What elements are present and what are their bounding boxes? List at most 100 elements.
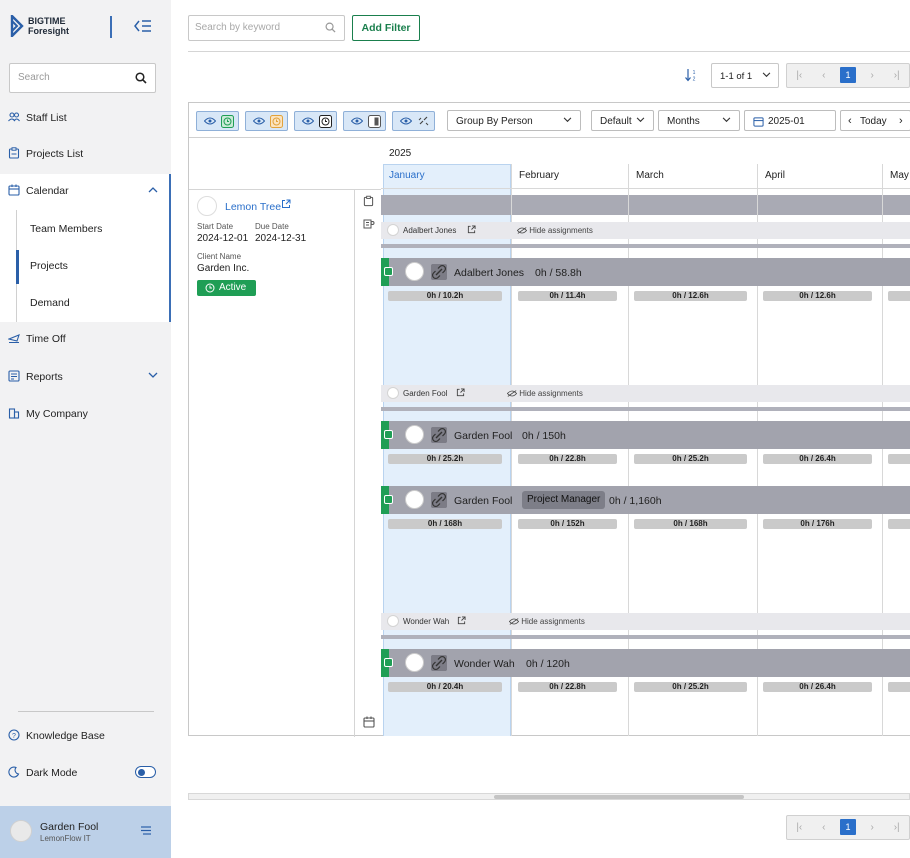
monthly-hours-pill[interactable]: 0h / 168h xyxy=(634,519,747,529)
add-filter-button[interactable]: Add Filter xyxy=(352,15,420,41)
sidebar-sub-demand[interactable]: Demand xyxy=(30,297,70,309)
sidebar-sub-team-members[interactable]: Team Members xyxy=(30,223,102,235)
monthly-hours-pill[interactable]: 0h / 25.2h xyxy=(634,454,747,464)
clipboard-icon[interactable] xyxy=(363,195,374,207)
scale-select[interactable]: Months xyxy=(658,110,740,131)
today-button[interactable]: Today xyxy=(860,116,887,127)
last-page-icon[interactable]: ›| xyxy=(884,64,909,87)
sort-icon[interactable]: 12 xyxy=(684,68,698,82)
assignment-checkbox[interactable] xyxy=(384,658,393,667)
monthly-hours-pill[interactable]: 0h / 22.8h xyxy=(518,454,617,464)
project-avatar xyxy=(197,196,217,216)
person-name[interactable]: Garden Fool xyxy=(403,389,447,398)
assign-people-icon[interactable] xyxy=(363,218,375,230)
sidebar-search-input[interactable] xyxy=(18,72,128,83)
monthly-hours-pill[interactable]: 0h / 12.6h xyxy=(763,291,872,301)
next-page-icon[interactable]: › xyxy=(860,816,885,839)
sidebar-sub-projects[interactable]: Projects xyxy=(30,260,68,272)
monthly-hours-pill[interactable]: 0h / 25.2h xyxy=(388,454,502,464)
sidebar-item-calendar[interactable]: Calendar xyxy=(0,176,171,206)
user-profile[interactable]: Garden Fool LemonFlow IT xyxy=(0,806,171,858)
sidebar-item-knowledge-base[interactable]: ? Knowledge Base xyxy=(0,721,171,751)
prev-period-icon[interactable]: ‹ xyxy=(848,115,852,127)
search-icon[interactable] xyxy=(135,72,147,84)
assignment-bar[interactable]: Wonder Wah 0h / 120h xyxy=(381,649,910,677)
view-toggle-4[interactable] xyxy=(343,111,386,131)
monthly-hours-pill[interactable] xyxy=(888,519,910,529)
person-name[interactable]: Wonder Wah xyxy=(403,617,449,626)
monthly-hours-pill[interactable]: 0h / 12.6h xyxy=(634,291,747,301)
assignment-bar[interactable]: Adalbert Jones 0h / 58.8h xyxy=(381,258,910,286)
scrollbar-thumb[interactable] xyxy=(494,795,744,799)
view-toggle-5[interactable] xyxy=(392,111,435,131)
assignment-bar[interactable]: Garden Fool Project Manager 0h / 1,160h xyxy=(381,486,910,514)
view-toggle-3[interactable] xyxy=(294,111,337,131)
calendar-icon[interactable] xyxy=(363,716,375,728)
next-page-icon[interactable]: › xyxy=(860,64,885,87)
chevron-down-icon[interactable] xyxy=(148,372,158,379)
sidebar-item-my-company[interactable]: My Company xyxy=(0,399,171,429)
prev-page-icon[interactable]: ‹ xyxy=(812,816,837,839)
external-link-icon[interactable] xyxy=(457,616,466,625)
collapse-sidebar-icon[interactable] xyxy=(134,18,152,34)
external-link-icon[interactable] xyxy=(467,225,476,234)
person-name[interactable]: Adalbert Jones xyxy=(403,226,456,235)
page-size-select[interactable]: 1-1 of 1 xyxy=(711,63,779,88)
eye-icon xyxy=(302,117,314,125)
monthly-hours-pill[interactable]: 0h / 26.4h xyxy=(763,682,872,692)
dark-mode-toggle[interactable] xyxy=(135,766,156,778)
link-icon[interactable] xyxy=(431,264,447,280)
search-icon[interactable] xyxy=(325,22,336,33)
prev-page-icon[interactable]: ‹ xyxy=(812,64,837,87)
monthly-hours-pill[interactable]: 0h / 176h xyxy=(763,519,872,529)
sidebar-item-projects-list[interactable]: Projects List xyxy=(0,139,171,169)
page-number[interactable]: 1 xyxy=(840,67,856,83)
monthly-hours-pill[interactable]: 0h / 10.2h xyxy=(388,291,502,301)
link-icon[interactable] xyxy=(431,655,447,671)
monthly-hours-pill[interactable] xyxy=(888,682,910,692)
monthly-hours-pill[interactable] xyxy=(888,291,910,301)
sidebar-search xyxy=(9,63,156,93)
project-bar[interactable] xyxy=(381,195,910,215)
sidebar-item-time-off[interactable]: Time Off xyxy=(0,324,171,354)
monthly-hours-pill[interactable]: 0h / 26.4h xyxy=(763,454,872,464)
sidebar-item-staff-list[interactable]: Staff List xyxy=(0,103,171,133)
sidebar-item-reports[interactable]: Reports xyxy=(0,362,171,392)
monthly-hours-pill[interactable]: 0h / 22.8h xyxy=(518,682,617,692)
monthly-hours-pill[interactable]: 0h / 20.4h xyxy=(388,682,502,692)
chevron-up-icon[interactable] xyxy=(148,186,158,193)
first-page-icon[interactable]: |‹ xyxy=(787,816,812,839)
person-capacity-bar xyxy=(381,407,910,411)
menu-icon[interactable] xyxy=(140,825,152,836)
monthly-hours-pill[interactable]: 0h / 11.4h xyxy=(518,291,617,301)
group-by-select[interactable]: Group By Person xyxy=(447,110,581,131)
monthly-hours-pill[interactable]: 0h / 168h xyxy=(388,519,502,529)
page-number[interactable]: 1 xyxy=(840,819,856,835)
next-period-icon[interactable]: › xyxy=(899,115,903,127)
brand-line-2: Foresight xyxy=(28,26,70,36)
last-page-icon[interactable]: ›| xyxy=(884,816,909,839)
link-icon[interactable] xyxy=(431,427,447,443)
hide-assignments-button[interactable]: Hide assignments xyxy=(516,226,593,235)
clock-green-icon xyxy=(221,115,234,128)
keyword-search-input[interactable] xyxy=(195,22,320,33)
link-icon[interactable] xyxy=(431,492,447,508)
assignment-checkbox[interactable] xyxy=(384,267,393,276)
hide-assignments-button[interactable]: Hide assignments xyxy=(506,389,583,398)
date-picker[interactable]: 2025-01 xyxy=(744,110,836,131)
monthly-hours-pill[interactable]: 0h / 152h xyxy=(518,519,617,529)
monthly-hours-pill[interactable]: 0h / 25.2h xyxy=(634,682,747,692)
external-link-icon[interactable] xyxy=(456,388,465,397)
view-toggle-1[interactable] xyxy=(196,111,239,131)
assignment-checkbox[interactable] xyxy=(384,430,393,439)
first-page-icon[interactable]: |‹ xyxy=(787,64,812,87)
assignment-checkbox[interactable] xyxy=(384,495,393,504)
external-link-icon[interactable] xyxy=(281,199,291,209)
assignment-bar[interactable]: Garden Fool 0h / 150h xyxy=(381,421,910,449)
hide-assignments-button[interactable]: Hide assignments xyxy=(508,617,585,626)
monthly-hours-pill[interactable] xyxy=(888,454,910,464)
horizontal-scrollbar[interactable] xyxy=(188,793,910,800)
view-toggle-2[interactable] xyxy=(245,111,288,131)
sort-select[interactable]: Default xyxy=(591,110,654,131)
project-name-link[interactable]: Lemon Tree xyxy=(225,201,281,213)
